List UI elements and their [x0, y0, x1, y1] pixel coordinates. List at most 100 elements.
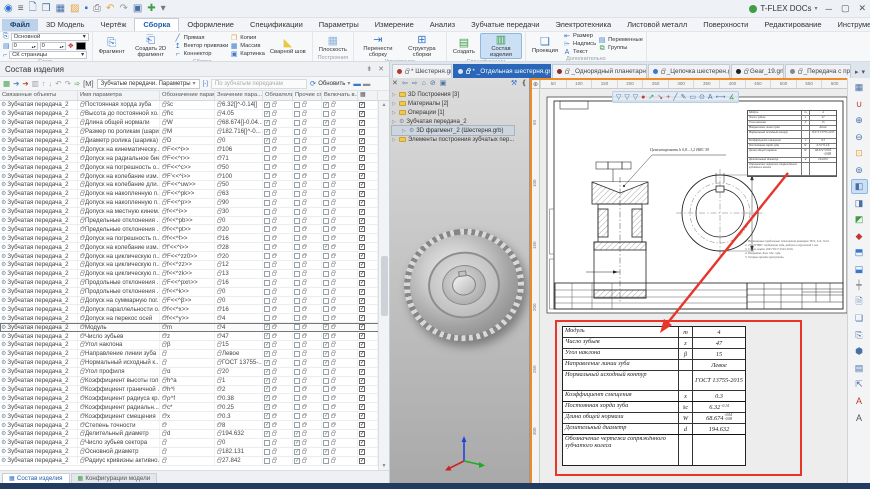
checkbox[interactable]: [294, 209, 300, 215]
checkbox[interactable]: [323, 226, 329, 232]
ribbon-button[interactable]: ⎗Создать 2D фрагмент: [130, 33, 172, 59]
parameter-row[interactable]: ⚙Зубчатая передача_2Допуск на местную ки…: [0, 208, 389, 217]
zoom-in-icon[interactable]: ⊕: [851, 113, 868, 128]
parameter-row[interactable]: ⚙Зубчатая передача_2Угол профиляα20: [0, 368, 389, 377]
checkbox[interactable]: [294, 404, 300, 410]
render-mode-icon[interactable]: ◩: [851, 212, 868, 227]
checkbox[interactable]: [359, 404, 365, 410]
ribbon-button[interactable]: ▥Состав изделия: [480, 33, 522, 59]
checkbox[interactable]: [264, 324, 270, 330]
checkbox[interactable]: [323, 120, 329, 126]
ribbon-small-button[interactable]: AТекст: [563, 49, 596, 56]
ribbon-tab-4[interactable]: Сборка: [134, 18, 179, 31]
parameter-row[interactable]: ⚙Зубчатая передача_2Допуск на погрешност…: [0, 234, 389, 243]
checkbox[interactable]: [359, 324, 365, 330]
ribbon-small-button[interactable]: ▦Массив: [230, 43, 265, 50]
parameter-row[interactable]: ⚙Зубчатая передача_2Допуск на перекос ос…: [0, 314, 389, 323]
checkbox[interactable]: [323, 378, 329, 384]
checkbox[interactable]: [359, 191, 365, 197]
parameter-row[interactable]: ⚙Зубчатая передача_2Размер по роликам (ш…: [0, 128, 389, 137]
checkbox[interactable]: [323, 342, 329, 348]
view-dropdown[interactable]: Зубчатые передачи. Параметры▾: [97, 79, 200, 89]
checkbox[interactable]: [264, 253, 270, 259]
checkbox[interactable]: [264, 102, 270, 108]
checkbox[interactable]: [264, 209, 270, 215]
checkbox[interactable]: [359, 262, 365, 268]
checkbox[interactable]: [359, 306, 365, 312]
checkbox[interactable]: [359, 440, 365, 446]
checkbox[interactable]: [359, 458, 365, 464]
parameter-row[interactable]: ⚙Зубчатая передача_2Коэффициент радиальн…: [0, 403, 389, 412]
ribbon-button[interactable]: ⇥Перенести сборку: [357, 33, 399, 59]
3d-plus-icon[interactable]: ✚: [147, 3, 155, 14]
checkbox[interactable]: [264, 440, 270, 446]
checkbox[interactable]: [264, 226, 270, 232]
view-next-icon[interactable]: ◨: [851, 196, 868, 211]
document-tab-3[interactable]: _Однорядный планетарны...: [552, 64, 646, 78]
document-tab-6[interactable]: _Передача с пр...: [785, 64, 851, 78]
ribbon-button[interactable]: ⊞Структура сборки: [401, 33, 443, 59]
checkbox[interactable]: [359, 235, 365, 241]
checkbox[interactable]: [264, 333, 270, 339]
parameter-row[interactable]: ⚙Зубчатая передача_2Допуск на радиальное…: [0, 154, 389, 163]
checkbox[interactable]: [294, 120, 300, 126]
checkbox[interactable]: [264, 289, 270, 295]
point-tool-icon[interactable]: +: [666, 93, 670, 101]
checkbox[interactable]: [323, 458, 329, 464]
checkbox[interactable]: [294, 315, 300, 321]
brackets-icon[interactable]: [-]: [203, 81, 208, 87]
checkbox[interactable]: [294, 226, 300, 232]
checkbox[interactable]: [294, 298, 300, 304]
view-3d-pane[interactable]: ✕⇦⇨⌂⊘▣⚒❴ ▷3D Построения [3]▷Материалы [2…: [390, 78, 530, 483]
checkbox[interactable]: [359, 360, 365, 366]
parameter-row[interactable]: ⚙Зубчатая передача_2Допуск на колебание …: [0, 181, 389, 190]
ribbon-small-button[interactable]: ❐Копия: [230, 35, 265, 42]
checkbox[interactable]: [264, 369, 270, 375]
checkbox[interactable]: [264, 155, 270, 161]
checkbox[interactable]: [323, 164, 329, 170]
expander-icon[interactable]: ▷: [402, 128, 407, 134]
sort-asc-icon[interactable]: ↑: [42, 79, 46, 88]
checkbox[interactable]: [359, 378, 365, 384]
sheet-grid-icon[interactable]: ▦: [851, 80, 868, 95]
close-view-icon[interactable]: ✕: [392, 79, 398, 87]
checkbox[interactable]: [323, 315, 329, 321]
gear-3d-model[interactable]: [397, 221, 530, 349]
linewidth-spinner[interactable]: 0▴▾: [12, 42, 38, 50]
checkbox[interactable]: [264, 306, 270, 312]
ribbon-button[interactable]: ◣Сварной шов: [267, 33, 309, 59]
column-header-7[interactable]: Включать в...: [322, 91, 358, 100]
checkbox[interactable]: [323, 413, 329, 419]
parameter-row[interactable]: ⚙Зубчатая передача_2Допуск на циклическу…: [0, 261, 389, 270]
checkbox[interactable]: [294, 413, 300, 419]
checkbox[interactable]: [264, 218, 270, 224]
insert-param-icon[interactable]: ➔: [13, 79, 19, 88]
checkbox[interactable]: [264, 315, 270, 321]
ribbon-tab-8[interactable]: Измерение: [367, 19, 422, 31]
filter-all-icon[interactable]: ▽: [616, 93, 621, 101]
column-header-4[interactable]: Значение пара...: [215, 91, 263, 100]
tree-item-5[interactable]: ▷⚙3D фрагмент_2 (Шестерня.grb): [392, 126, 514, 135]
search-filter-input[interactable]: По зубчатым передачам: [211, 79, 307, 89]
document-tab-5[interactable]: Gear_19.grb: [731, 64, 784, 78]
parameter-row[interactable]: ⚙Зубчатая передача_2Коэффициент гранично…: [0, 386, 389, 395]
sort-desc-icon[interactable]: ↓: [49, 79, 53, 88]
checkbox[interactable]: [294, 191, 300, 197]
column-header-6[interactable]: Прочие сп...: [293, 91, 322, 100]
checkbox[interactable]: [323, 280, 329, 286]
checkbox[interactable]: [294, 369, 300, 375]
expander-icon[interactable]: ▷: [392, 119, 397, 125]
pages-icon[interactable]: ❏: [851, 311, 868, 326]
parameter-row[interactable]: ⚙Зубчатая передача_2Допуск на кинематиче…: [0, 145, 389, 154]
clip-cube-icon[interactable]: ⬓: [851, 262, 868, 277]
parameter-row[interactable]: ⚙Зубчатая передача_2Допуск на колебание …: [0, 172, 389, 181]
checkbox[interactable]: [294, 111, 300, 117]
window-icon[interactable]: ▦: [56, 3, 65, 14]
ribbon-tab-2[interactable]: 3D Модель: [38, 19, 93, 31]
checkbox[interactable]: [264, 449, 270, 455]
table-green-icon[interactable]: ▦: [3, 79, 10, 88]
checkbox[interactable]: [294, 271, 300, 277]
ribbon-tab-3[interactable]: Чертёж: [93, 19, 135, 31]
checkbox[interactable]: [323, 191, 329, 197]
column-header-3[interactable]: Обозначение парам...: [160, 91, 215, 100]
